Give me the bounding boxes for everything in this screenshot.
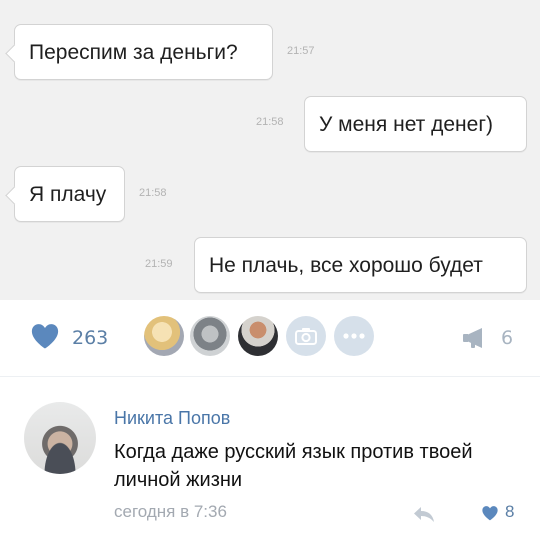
message-bubble-outgoing: У меня нет денег) — [304, 96, 527, 152]
comment-like-count[interactable]: 8 — [505, 502, 514, 522]
more-icon[interactable] — [334, 316, 374, 356]
heart-icon[interactable] — [481, 505, 499, 521]
message-bubble-incoming: Я плачу — [14, 166, 125, 222]
share-megaphone-icon[interactable] — [462, 327, 488, 349]
message-time: 21:59 — [145, 258, 173, 270]
like-count[interactable]: 263 — [72, 327, 108, 349]
comment-date: сегодня в 7:36 — [114, 502, 227, 521]
comment-text: Когда даже русский язык против твоей лич… — [114, 441, 473, 491]
message-text: Переспим за деньги? — [29, 40, 238, 64]
divider — [0, 376, 540, 377]
message-text: Не плачь, все хорошо будет — [209, 253, 483, 277]
message-time: 21:58 — [139, 187, 167, 199]
message-bubble-incoming: Переспим за деньги? — [14, 24, 273, 80]
camera-icon[interactable] — [286, 316, 326, 356]
message-time: 21:57 — [287, 45, 315, 57]
comment-author-avatar[interactable] — [24, 402, 96, 474]
message-text: Я плачу — [29, 182, 107, 206]
liker-avatar[interactable] — [190, 316, 230, 356]
reply-icon[interactable] — [412, 504, 436, 524]
liker-avatar[interactable] — [238, 316, 278, 356]
message-bubble-outgoing: Не плачь, все хорошо будет — [194, 237, 527, 293]
liker-avatar[interactable] — [144, 316, 184, 356]
heart-icon[interactable] — [30, 322, 60, 350]
chat-screenshot: Переспим за деньги? 21:57 У меня нет ден… — [0, 0, 540, 300]
message-time: 21:58 — [256, 116, 284, 128]
share-count[interactable]: 6 — [501, 327, 513, 349]
message-text: У меня нет денег) — [319, 112, 493, 136]
comment-author-name[interactable]: Никита Попов — [114, 408, 230, 429]
